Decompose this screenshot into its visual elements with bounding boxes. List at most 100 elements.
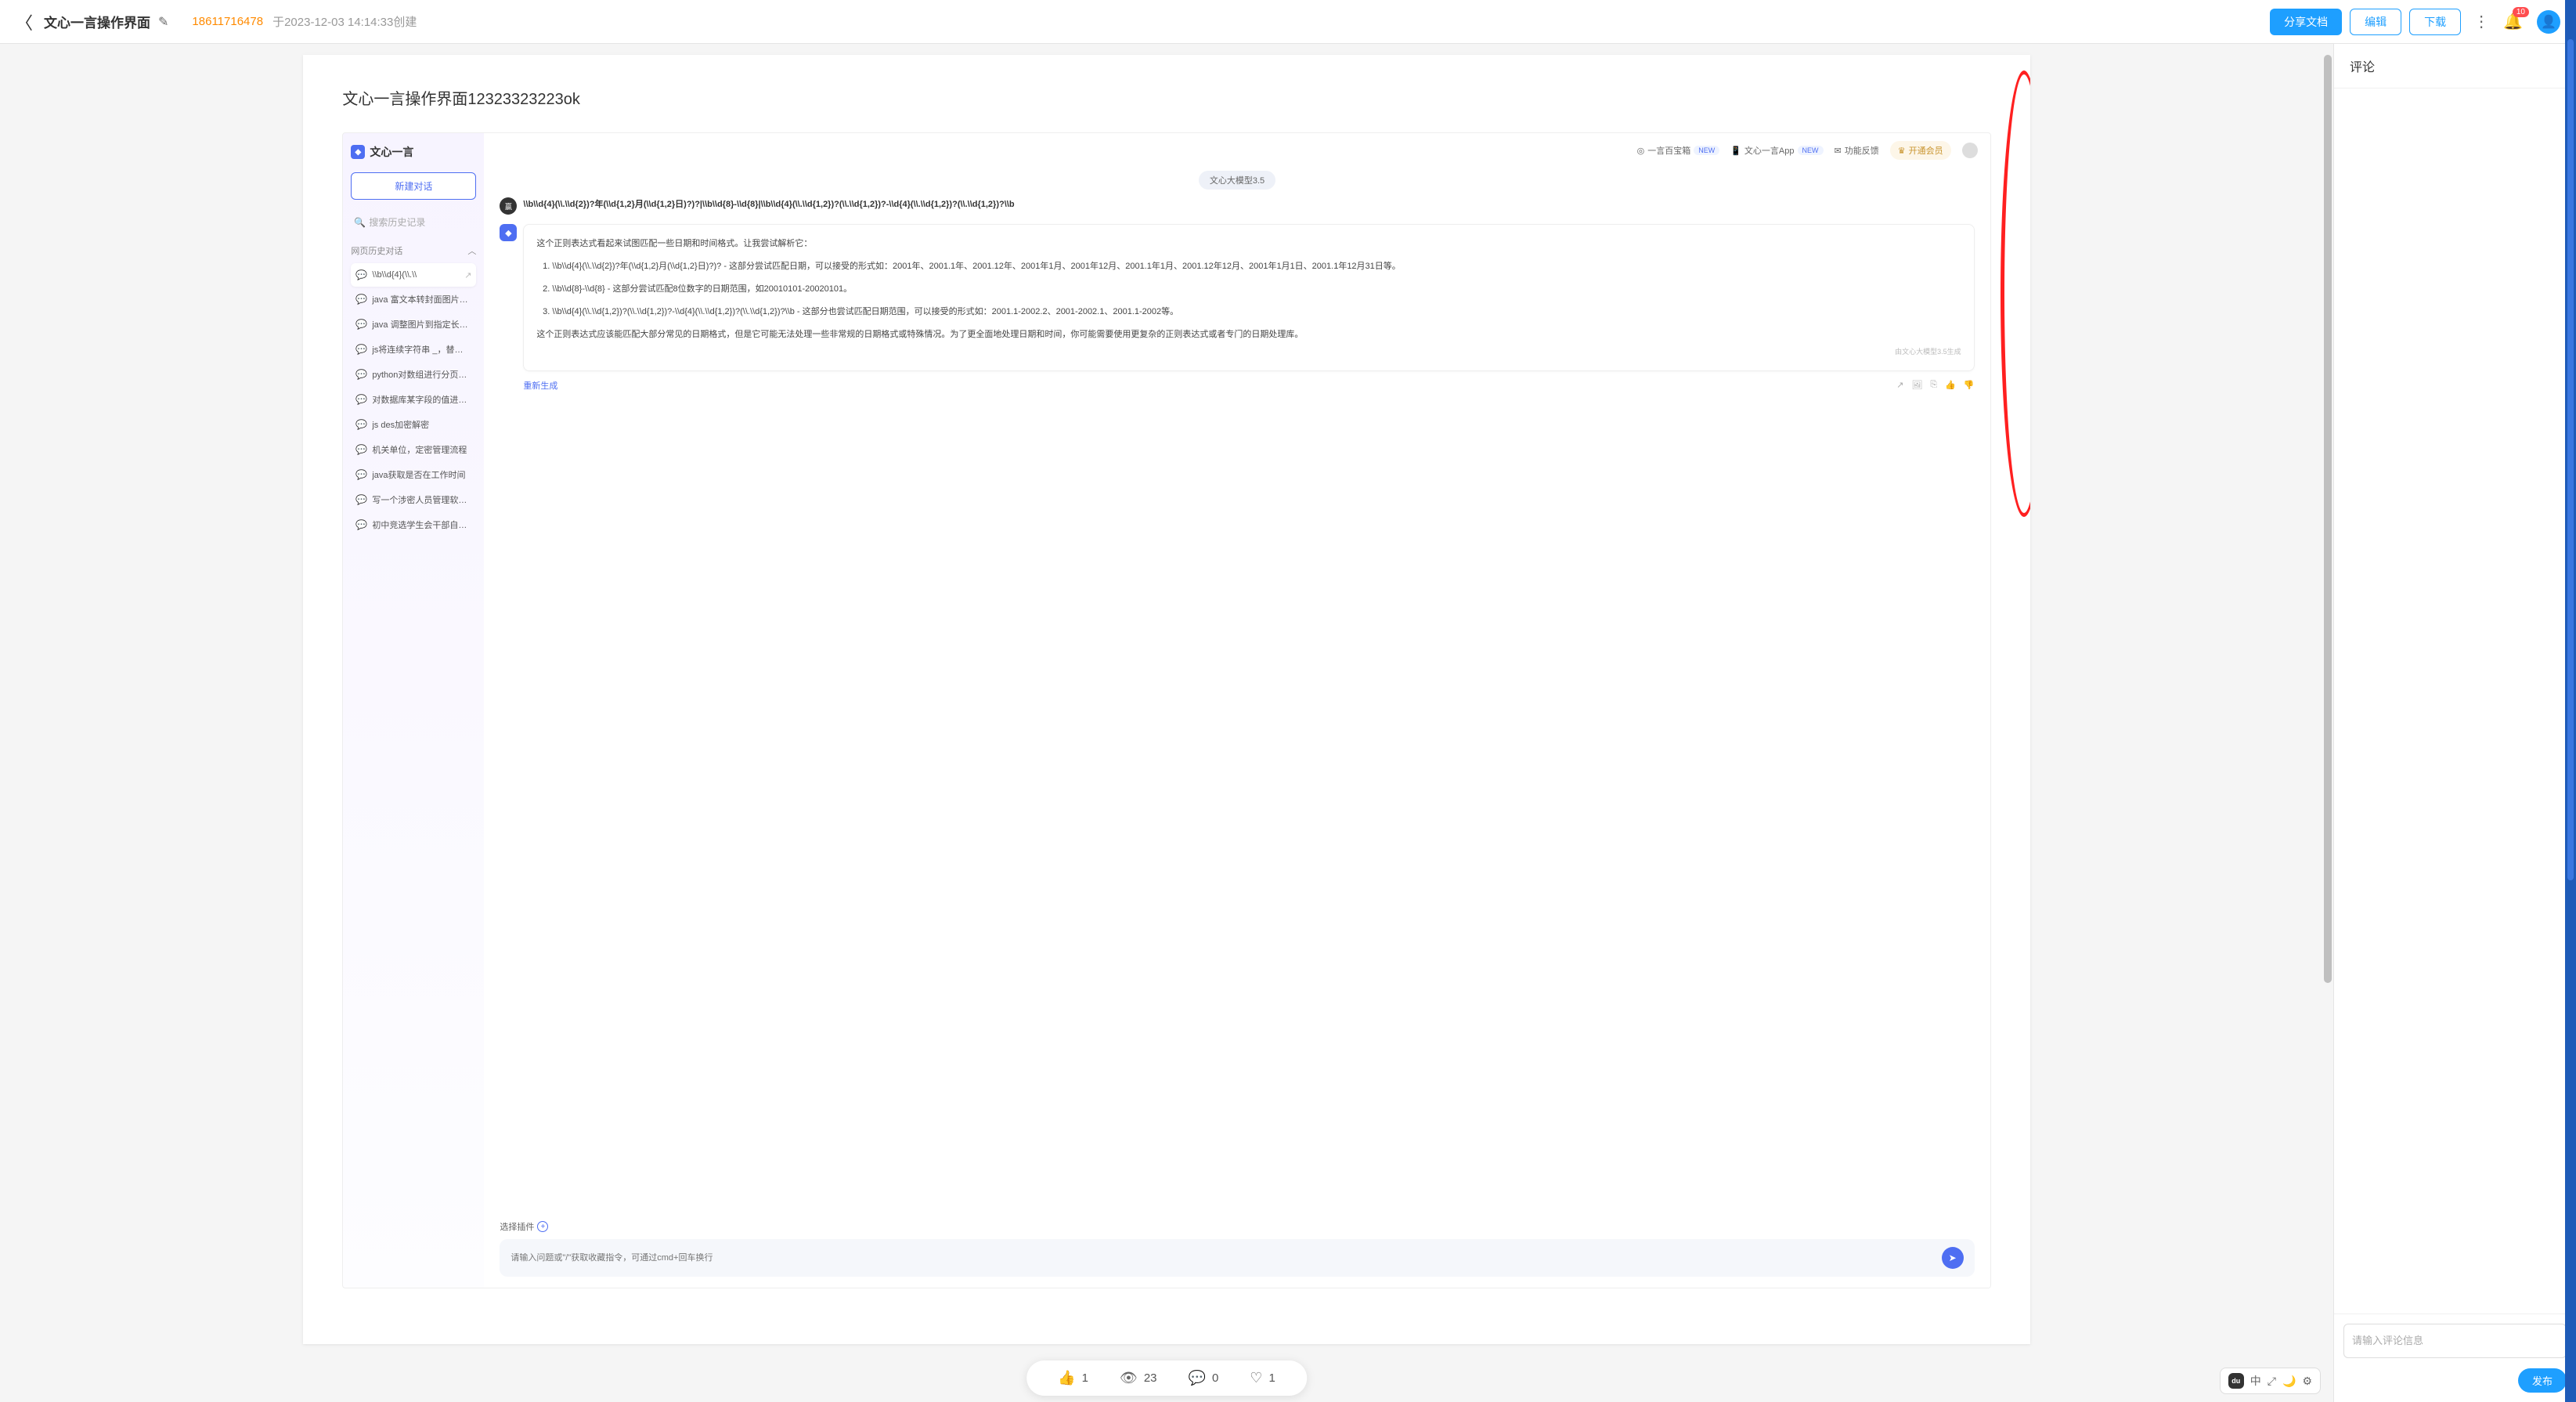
model-badge: 文心大模型3.5 [1199,171,1275,190]
brand-logo-icon: ◆ [351,145,365,159]
browser-scrollbar[interactable] [2565,0,2576,1402]
plus-icon: + [537,1221,548,1232]
regenerate-button[interactable]: 重新生成 [523,379,557,392]
history-item[interactable]: 💬写一个涉密人员管理软件设计文档 [351,487,476,512]
comment-stat[interactable]: 💬0 [1189,1370,1219,1386]
settings-icon[interactable]: ⚙ [2302,1375,2312,1388]
send-button[interactable]: ➤ [1942,1247,1964,1269]
notifications-button[interactable]: 🔔 10 [2503,12,2523,31]
chat-input-row: ➤ [500,1239,1974,1277]
heart-icon: ♡ [1250,1370,1262,1386]
history-item[interactable]: 💬java 富文本转封面图片（缩 [351,287,476,312]
chat-sidebar: ◆ 文心一言 新建对话 🔍 搜索历史记录 网页历史对话 ︿ 💬\\b\\d{4}… [343,133,484,1288]
view-stat: 👁23 [1120,1370,1157,1386]
bot-outro: 这个正则表达式应该能匹配大部分常见的日期格式，但是它可能无法处理一些非常规的日期… [536,327,1961,343]
chevron-up-icon[interactable]: ︿ [467,244,476,257]
publish-button[interactable]: 发布 [2518,1368,2567,1393]
thumbs-down-icon[interactable]: 👎 [1964,380,1975,390]
chat-icon: 💬 [355,269,367,280]
thumbs-up-icon[interactable]: 👍 [1945,380,1956,390]
floating-widgets: du 中 ⤢ 🌙 ⚙ [2220,1368,2321,1394]
thumbs-up-icon: 👍 [1058,1370,1075,1386]
expand-icon[interactable]: ⤢ [2268,1375,2276,1388]
page-title: 文心一言操作界面12323323223ok [342,86,1990,109]
chat-icon: 💬 [355,419,367,430]
notification-badge: 10 [2513,7,2529,17]
chat-screenshot: ◆ 文心一言 新建对话 🔍 搜索历史记录 网页历史对话 ︿ 💬\\b\\d{4}… [342,132,1990,1288]
comment-input[interactable] [2343,1324,2567,1358]
chat-icon: 💬 [355,294,367,305]
chat-icon: 💬 [355,394,367,405]
chat-icon: 💬 [355,444,367,455]
user-avatar-small[interactable] [1962,143,1978,158]
bot-list-item: \\b\\d{4}(\\.\\d{1,2})?(\\.\\d{1,2})?-\\… [552,304,1961,320]
share-small-icon[interactable]: ↗ [464,270,471,280]
top-header: 〈 文心一言操作界面 ✎ 18611716478 于2023-12-03 14:… [0,0,2576,44]
eye-icon: 👁 [1120,1370,1138,1386]
feedback-link[interactable]: ✉功能反馈 [1835,144,1879,157]
mail-icon: ✉ [1835,146,1842,156]
history-item[interactable]: 💬java获取是否在工作时间 [351,462,476,487]
bot-list-item: \\b\\d{4}(\\.\\d{2})?年(\\d{1,2}月(\\d{1,2… [552,258,1961,275]
user-avatar-icon: 赢 [500,197,517,215]
history-item[interactable]: 💬js des加密解密 [351,412,476,437]
crown-icon: ♛ [1898,146,1906,156]
chat-icon: 💬 [355,319,367,330]
favorite-stat[interactable]: ♡1 [1250,1370,1275,1386]
history-item[interactable]: 💬js将连续字符串 _，替换为 [351,337,476,362]
new-chat-button[interactable]: 新建对话 [351,172,476,200]
stats-bar: 👍1 👁23 💬0 ♡1 [1026,1360,1307,1396]
search-history-input[interactable]: 🔍 搜索历史记录 [351,211,476,233]
treasure-link[interactable]: ◎一言百宝箱NEW [1637,144,1720,157]
more-icon[interactable]: ⋮ [2473,12,2489,31]
doc-scrollbar[interactable] [2324,55,2332,1344]
share-icon[interactable]: ↗ [1896,380,1903,390]
copy-icon[interactable]: ⎘ [1930,380,1937,390]
doc-created-meta: 于2023-12-03 14:14:33创建 [272,13,417,30]
user-message: 赢 \\b\\d{4}(\\.\\d{2})?年(\\d{1,2}月(\\d{1… [500,197,1974,215]
dark-mode-icon[interactable]: 🌙 [2282,1375,2296,1388]
history-item[interactable]: 💬初中竞选学生会干部自我介绍 [351,512,476,537]
chat-icon: 💬 [355,369,367,380]
history-item[interactable]: 💬机关单位，定密管理流程 [351,437,476,462]
document-area: 文心一言操作界面12323323223ok ◆ 文心一言 新建对话 🔍 搜索历史… [0,44,2333,1402]
plugin-selector[interactable]: 选择插件 + [484,1212,1990,1236]
bot-list-item: \\b\\d{8}-\\d{8} - 这部分尝试匹配8位数字的日期范围，如200… [552,281,1961,298]
back-icon[interactable]: 〈 [16,9,33,34]
download-button[interactable]: 下载 [2409,9,2461,35]
du-logo-icon[interactable]: du [2228,1373,2244,1389]
app-link[interactable]: 📱文心一言AppNEW [1730,144,1823,157]
phone-icon: 📱 [1730,146,1741,156]
share-button[interactable]: 分享文档 [2270,9,2342,35]
chat-icon: 💬 [355,469,367,480]
image-icon[interactable]: 🖼 [1911,380,1922,390]
bot-intro: 这个正则表达式看起来试图匹配一些日期和时间格式。让我尝试解析它： [536,236,1961,252]
history-item[interactable]: 💬\\b\\d{4}(\\.\\↗ [351,263,476,287]
lang-toggle[interactable]: 中 [2250,1373,2261,1389]
comment-panel: 评论 发布 [2333,44,2576,1402]
comment-list [2334,89,2576,1313]
bot-avatar-icon: ◆ [500,224,517,241]
chat-icon: 💬 [355,494,367,505]
bot-message: ◆ 这个正则表达式看起来试图匹配一些日期和时间格式。让我尝试解析它： \\b\\… [500,224,1974,392]
comment-panel-title: 评论 [2334,44,2576,89]
doc-author[interactable]: 18611716478 [192,15,263,28]
search-icon: 🔍 [354,217,366,228]
comment-icon: 💬 [1189,1370,1206,1386]
history-item[interactable]: 💬python对数组进行分页处理 [351,362,476,387]
history-section-header: 网页历史对话 ︿ [351,244,476,257]
like-stat[interactable]: 👍1 [1058,1370,1088,1386]
brand-text: 文心一言 [370,144,413,160]
avatar[interactable]: 👤 [2537,10,2560,34]
compass-icon: ◎ [1637,146,1645,156]
chat-main: ◎一言百宝箱NEW 📱文心一言AppNEW ✉功能反馈 ♛开通会员 文心大模型3… [484,133,1990,1288]
chat-input[interactable] [511,1253,1941,1263]
vip-link[interactable]: ♛开通会员 [1890,141,1951,160]
history-item[interactable]: 💬java 调整图片到指定长宽， [351,312,476,337]
doc-title: 文心一言操作界面 [44,12,150,31]
edit-title-icon[interactable]: ✎ [158,14,168,30]
history-item[interactable]: 💬对数据库某字段的值进行加密解密 [351,387,476,412]
chat-icon: 💬 [355,344,367,355]
document-page: 文心一言操作界面12323323223ok ◆ 文心一言 新建对话 🔍 搜索历史… [303,55,2029,1344]
edit-button[interactable]: 编辑 [2350,9,2401,35]
